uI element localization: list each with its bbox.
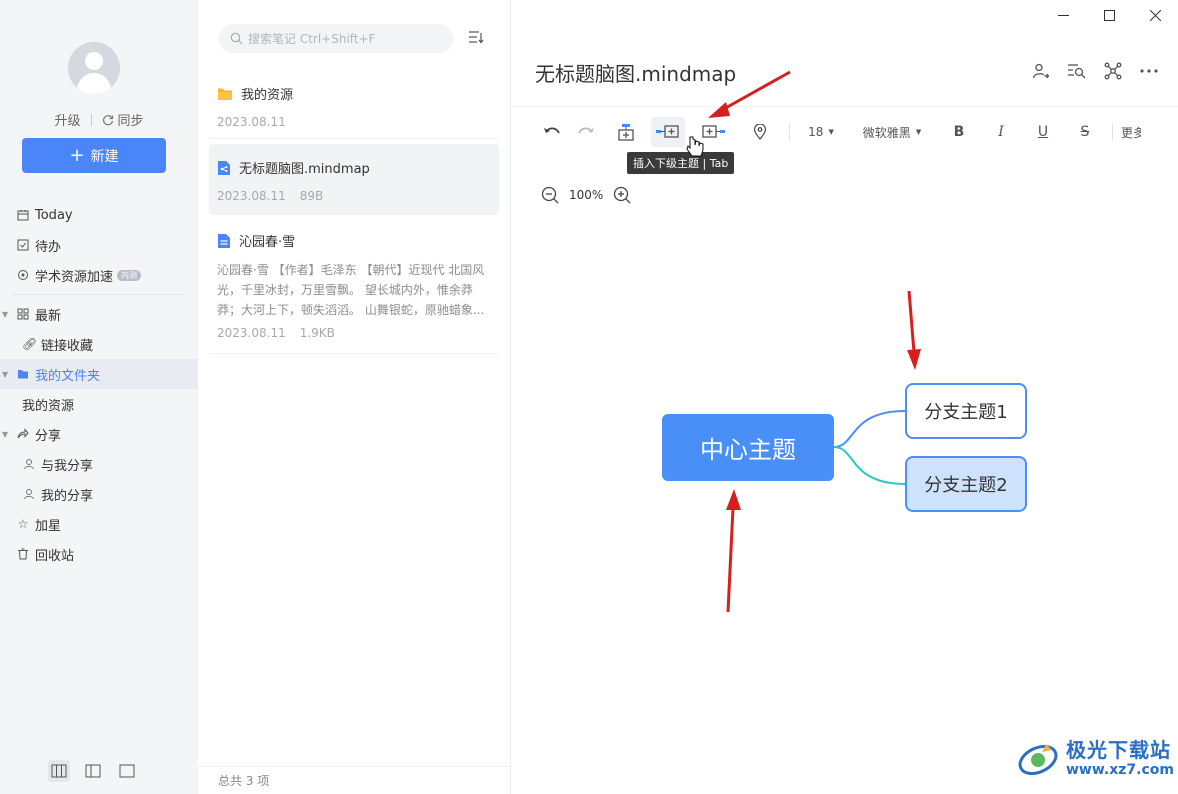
folder-icon bbox=[18, 370, 28, 379]
sidebar-item-label: 我的分享 bbox=[41, 488, 94, 504]
document-icon bbox=[218, 233, 230, 248]
avatar-body bbox=[77, 73, 111, 94]
sidebar-item-label: 回收站 bbox=[35, 548, 75, 564]
sidebar-item-trash[interactable]: 回收站 bbox=[0, 539, 198, 569]
checkbox-icon bbox=[17, 239, 29, 251]
divider bbox=[12, 294, 186, 295]
sidebar-nav: Today 待办 学术资源加速 内测 ▼ 最新 🔗︎ 链接收藏 ▼ 我的文件夹 … bbox=[0, 200, 198, 569]
view-switcher bbox=[48, 760, 138, 782]
calendar-icon bbox=[17, 210, 29, 221]
sidebar-item-label: 我的资源 bbox=[22, 398, 75, 414]
star-icon: ☆ bbox=[17, 517, 29, 531]
note-date: 2023.08.11 bbox=[217, 189, 286, 203]
folder-icon bbox=[218, 88, 232, 100]
sync-button[interactable]: 同步 bbox=[102, 110, 144, 129]
sidebar-item-recent[interactable]: ▼ 最新 bbox=[0, 299, 198, 329]
sidebar-item-todo[interactable]: 待办 bbox=[0, 230, 198, 260]
sidebar-item-label: Today bbox=[35, 207, 73, 223]
new-button[interactable]: + 新建 bbox=[22, 138, 166, 173]
two-column-view-button[interactable] bbox=[82, 760, 104, 782]
note-size: 1.9KB bbox=[299, 326, 335, 340]
note-title: 我的资源 bbox=[241, 88, 294, 103]
divider bbox=[90, 113, 92, 126]
upgrade-link[interactable]: 升级 bbox=[54, 110, 80, 129]
divider bbox=[209, 353, 499, 354]
watermark-logo: 极光下载站 www.xz7.com bbox=[1016, 738, 1174, 778]
logo-icon bbox=[1018, 744, 1058, 776]
editor-panel: 无标题脑图.mindmap 18 ▼ 微软雅黑 ▼ B I U S 更多 插入下… bbox=[511, 0, 1178, 794]
sync-icon bbox=[102, 114, 113, 125]
branch-connector-1 bbox=[833, 410, 906, 448]
user-icon bbox=[24, 489, 34, 500]
note-size: 89B bbox=[299, 189, 324, 203]
search-placeholder: 搜索笔记 Ctrl+Shift+F bbox=[248, 32, 376, 46]
square-icon bbox=[119, 764, 135, 778]
sidebar-item-share[interactable]: ▼ 分享 bbox=[0, 419, 198, 449]
list-item[interactable]: 我的资源 2023.08.11 bbox=[209, 84, 499, 129]
split-icon bbox=[85, 764, 101, 778]
plus-icon: + bbox=[69, 144, 85, 166]
sidebar-item-label: 加星 bbox=[35, 518, 62, 534]
sidebar-item-links[interactable]: 🔗︎ 链接收藏 bbox=[0, 329, 198, 359]
sidebar-item-label: 链接收藏 bbox=[41, 338, 94, 354]
note-list-panel: 搜索笔记 Ctrl+Shift+F 我的资源 2023.08.11 无标题脑图.… bbox=[198, 0, 511, 794]
link-icon: 🔗︎ bbox=[22, 337, 38, 351]
sidebar: 升级 同步 + 新建 Today 待办 学术资源加速 内测 ▼ 最新 🔗︎ 链接… bbox=[0, 0, 198, 794]
sort-icon bbox=[469, 31, 484, 44]
list-item[interactable]: 沁园春·雪 沁园春·雪 【作者】毛泽东 【朝代】近现代 北国风光，千里冰封，万里… bbox=[209, 231, 499, 340]
mindmap-branch-topic-1[interactable]: 分支主题1 bbox=[905, 383, 1027, 439]
sort-button[interactable] bbox=[468, 30, 484, 48]
mindmap-central-topic[interactable]: 中心主题 bbox=[662, 414, 834, 481]
list-item[interactable]: 无标题脑图.mindmap 2023.08.11 89B bbox=[209, 144, 499, 215]
list-footer: 总共 3 项 bbox=[198, 766, 510, 794]
caret-down-icon[interactable]: ▼ bbox=[2, 310, 8, 319]
sidebar-item-my-folder[interactable]: ▼ 我的文件夹 bbox=[0, 359, 198, 389]
sidebar-item-label: 最新 bbox=[35, 308, 62, 324]
caret-down-icon[interactable]: ▼ bbox=[2, 370, 8, 379]
share-icon bbox=[17, 428, 29, 439]
new-button-label: 新建 bbox=[90, 148, 119, 165]
sidebar-item-my-resources[interactable]: 我的资源 bbox=[0, 389, 198, 419]
search-input[interactable]: 搜索笔记 Ctrl+Shift+F bbox=[219, 24, 453, 53]
caret-down-icon[interactable]: ▼ bbox=[2, 430, 8, 439]
sidebar-item-label: 与我分享 bbox=[41, 458, 94, 474]
user-icon bbox=[24, 459, 34, 470]
grid-icon bbox=[17, 308, 29, 320]
sidebar-item-academic[interactable]: 学术资源加速 内测 bbox=[0, 260, 198, 290]
trash-icon bbox=[18, 548, 28, 560]
note-excerpt: 沁园春·雪 【作者】毛泽东 【朝代】近现代 北国风光，千里冰封，万里雪飘。 望长… bbox=[217, 263, 485, 317]
rocket-icon bbox=[18, 270, 28, 280]
mindmap-connectors bbox=[833, 410, 906, 485]
branch-connector-2 bbox=[833, 446, 906, 485]
search-icon bbox=[230, 32, 243, 45]
sync-label: 同步 bbox=[117, 114, 144, 129]
watermark-name: 极光下载站 bbox=[1066, 737, 1171, 762]
note-date: 2023.08.11 bbox=[217, 326, 286, 340]
item-count: 总共 3 项 bbox=[218, 774, 270, 788]
sidebar-item-today[interactable]: Today bbox=[0, 200, 198, 230]
mindmap-branch-topic-2[interactable]: 分支主题2 bbox=[905, 456, 1027, 512]
sidebar-item-starred[interactable]: ☆ 加星 bbox=[0, 509, 198, 539]
divider bbox=[209, 138, 499, 139]
sidebar-item-label: 我的文件夹 bbox=[35, 368, 101, 384]
note-title: 沁园春·雪 bbox=[239, 235, 296, 250]
note-date: 2023.08.11 bbox=[217, 115, 286, 129]
note-title: 无标题脑图.mindmap bbox=[239, 162, 370, 177]
three-column-view-button[interactable] bbox=[48, 760, 70, 782]
columns-icon bbox=[51, 764, 67, 778]
mindmap-file-icon bbox=[218, 160, 230, 175]
sidebar-item-label: 分享 bbox=[35, 428, 62, 444]
account-row: 升级 同步 bbox=[0, 110, 198, 129]
sidebar-item-label: 待办 bbox=[35, 239, 62, 255]
avatar-head bbox=[85, 52, 103, 70]
beta-badge: 内测 bbox=[117, 269, 142, 281]
single-view-button[interactable] bbox=[116, 760, 138, 782]
watermark-url: www.xz7.com bbox=[1066, 761, 1174, 778]
sidebar-item-shared-with-me[interactable]: 与我分享 bbox=[0, 449, 198, 479]
app-window: 升级 同步 + 新建 Today 待办 学术资源加速 内测 ▼ 最新 🔗︎ 链接… bbox=[0, 0, 1178, 794]
avatar[interactable] bbox=[68, 42, 120, 94]
sidebar-item-label: 学术资源加速 bbox=[35, 269, 114, 285]
sidebar-item-my-share[interactable]: 我的分享 bbox=[0, 479, 198, 509]
